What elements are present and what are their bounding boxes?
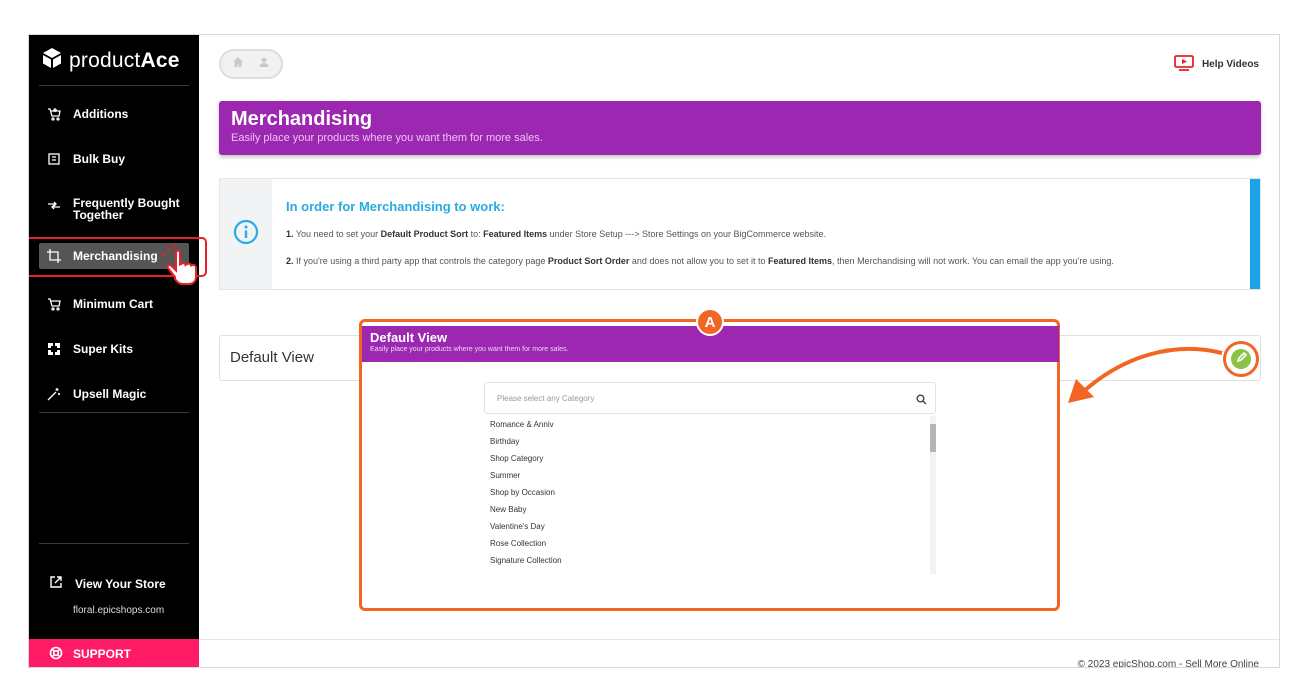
list-item[interactable]: Romance & Anniv — [484, 416, 936, 433]
popup-subtitle: Easily place your products where you wan… — [370, 346, 569, 353]
cart-icon — [47, 297, 61, 311]
list-item[interactable]: Shop Category — [484, 450, 936, 467]
info-title: In order for Merchandising to work: — [286, 199, 505, 214]
help-videos-link[interactable]: Help Videos — [1174, 55, 1259, 74]
click-hand-icon — [160, 244, 197, 285]
arrows-icon — [47, 198, 61, 212]
default-view-label: Default View — [230, 349, 314, 366]
footer-divider — [199, 639, 1279, 640]
box-icon — [47, 152, 61, 166]
store-url[interactable]: floral.epicshops.com — [73, 605, 164, 616]
scrollbar-thumb[interactable] — [930, 424, 936, 452]
list-item[interactable]: Shop by Occasion — [484, 484, 936, 501]
default-view-popup: Default View Easily place your products … — [359, 308, 1060, 611]
sidebar-divider — [39, 543, 189, 544]
sidebar-item-super-kits[interactable]: Super Kits — [39, 338, 189, 360]
category-search — [484, 382, 936, 414]
sidebar-divider — [39, 412, 189, 413]
footer-copyright: © 2023 epicShop.com - Sell More Online — [1077, 659, 1259, 668]
wand-icon — [47, 387, 61, 401]
category-list: Romance & Anniv Birthday Shop Category S… — [484, 416, 936, 574]
page-title: Merchandising — [231, 108, 373, 130]
sidebar: productAce Additions Bulk Buy Frequently… — [29, 35, 199, 667]
cart-plus-icon — [47, 107, 61, 121]
info-icon — [233, 219, 259, 250]
page-subtitle: Easily place your products where you wan… — [231, 132, 543, 144]
list-item[interactable]: Birthday — [484, 433, 936, 450]
sidebar-item-minimum-cart[interactable]: Minimum Cart — [39, 293, 189, 315]
brand-name: productAce — [69, 48, 180, 72]
list-item[interactable]: Signature Collection — [484, 552, 936, 569]
page-header-banner: Merchandising Easily place your products… — [219, 101, 1261, 155]
sidebar-item-bulk-buy[interactable]: Bulk Buy — [39, 148, 189, 170]
sidebar-item-upsell-magic[interactable]: Upsell Magic — [39, 383, 189, 405]
support-button[interactable]: SUPPORT — [29, 639, 199, 667]
annotation-badge: A — [696, 308, 724, 336]
category-scrollbar[interactable] — [930, 416, 936, 574]
annotation-arrow-icon — [1068, 346, 1223, 403]
category-search-input[interactable] — [485, 383, 905, 413]
sidebar-item-additions[interactable]: Additions — [39, 103, 189, 125]
info-accent-bar — [1250, 179, 1260, 289]
info-step-1: 1. You need to set your Default Product … — [286, 229, 827, 239]
app-window: productAce Additions Bulk Buy Frequently… — [28, 34, 1280, 668]
list-item[interactable]: New Baby — [484, 501, 936, 518]
breadcrumb — [219, 49, 283, 79]
external-link-icon — [49, 575, 63, 592]
sidebar-divider — [39, 85, 189, 86]
sidebar-item-frequently-bought-together[interactable]: Frequently Bought Together — [39, 193, 189, 225]
kit-icon — [47, 342, 61, 356]
list-item[interactable]: Valentine's Day — [484, 518, 936, 535]
list-item[interactable]: Summer — [484, 467, 936, 484]
cube-logo-icon — [41, 47, 63, 74]
user-icon[interactable] — [258, 55, 270, 73]
pencil-icon — [1236, 350, 1247, 368]
view-store-link[interactable]: View Your Store — [49, 575, 166, 592]
info-step-2: 2. If you're using a third party app tha… — [286, 256, 1114, 266]
list-item[interactable]: Rose Collection — [484, 535, 936, 552]
info-notice: In order for Merchandising to work: 1. Y… — [219, 178, 1261, 290]
lifebuoy-icon — [49, 646, 63, 663]
brand-logo[interactable]: productAce — [41, 47, 180, 74]
video-play-icon — [1174, 55, 1194, 74]
search-icon[interactable] — [916, 392, 927, 410]
home-icon[interactable] — [232, 55, 244, 73]
